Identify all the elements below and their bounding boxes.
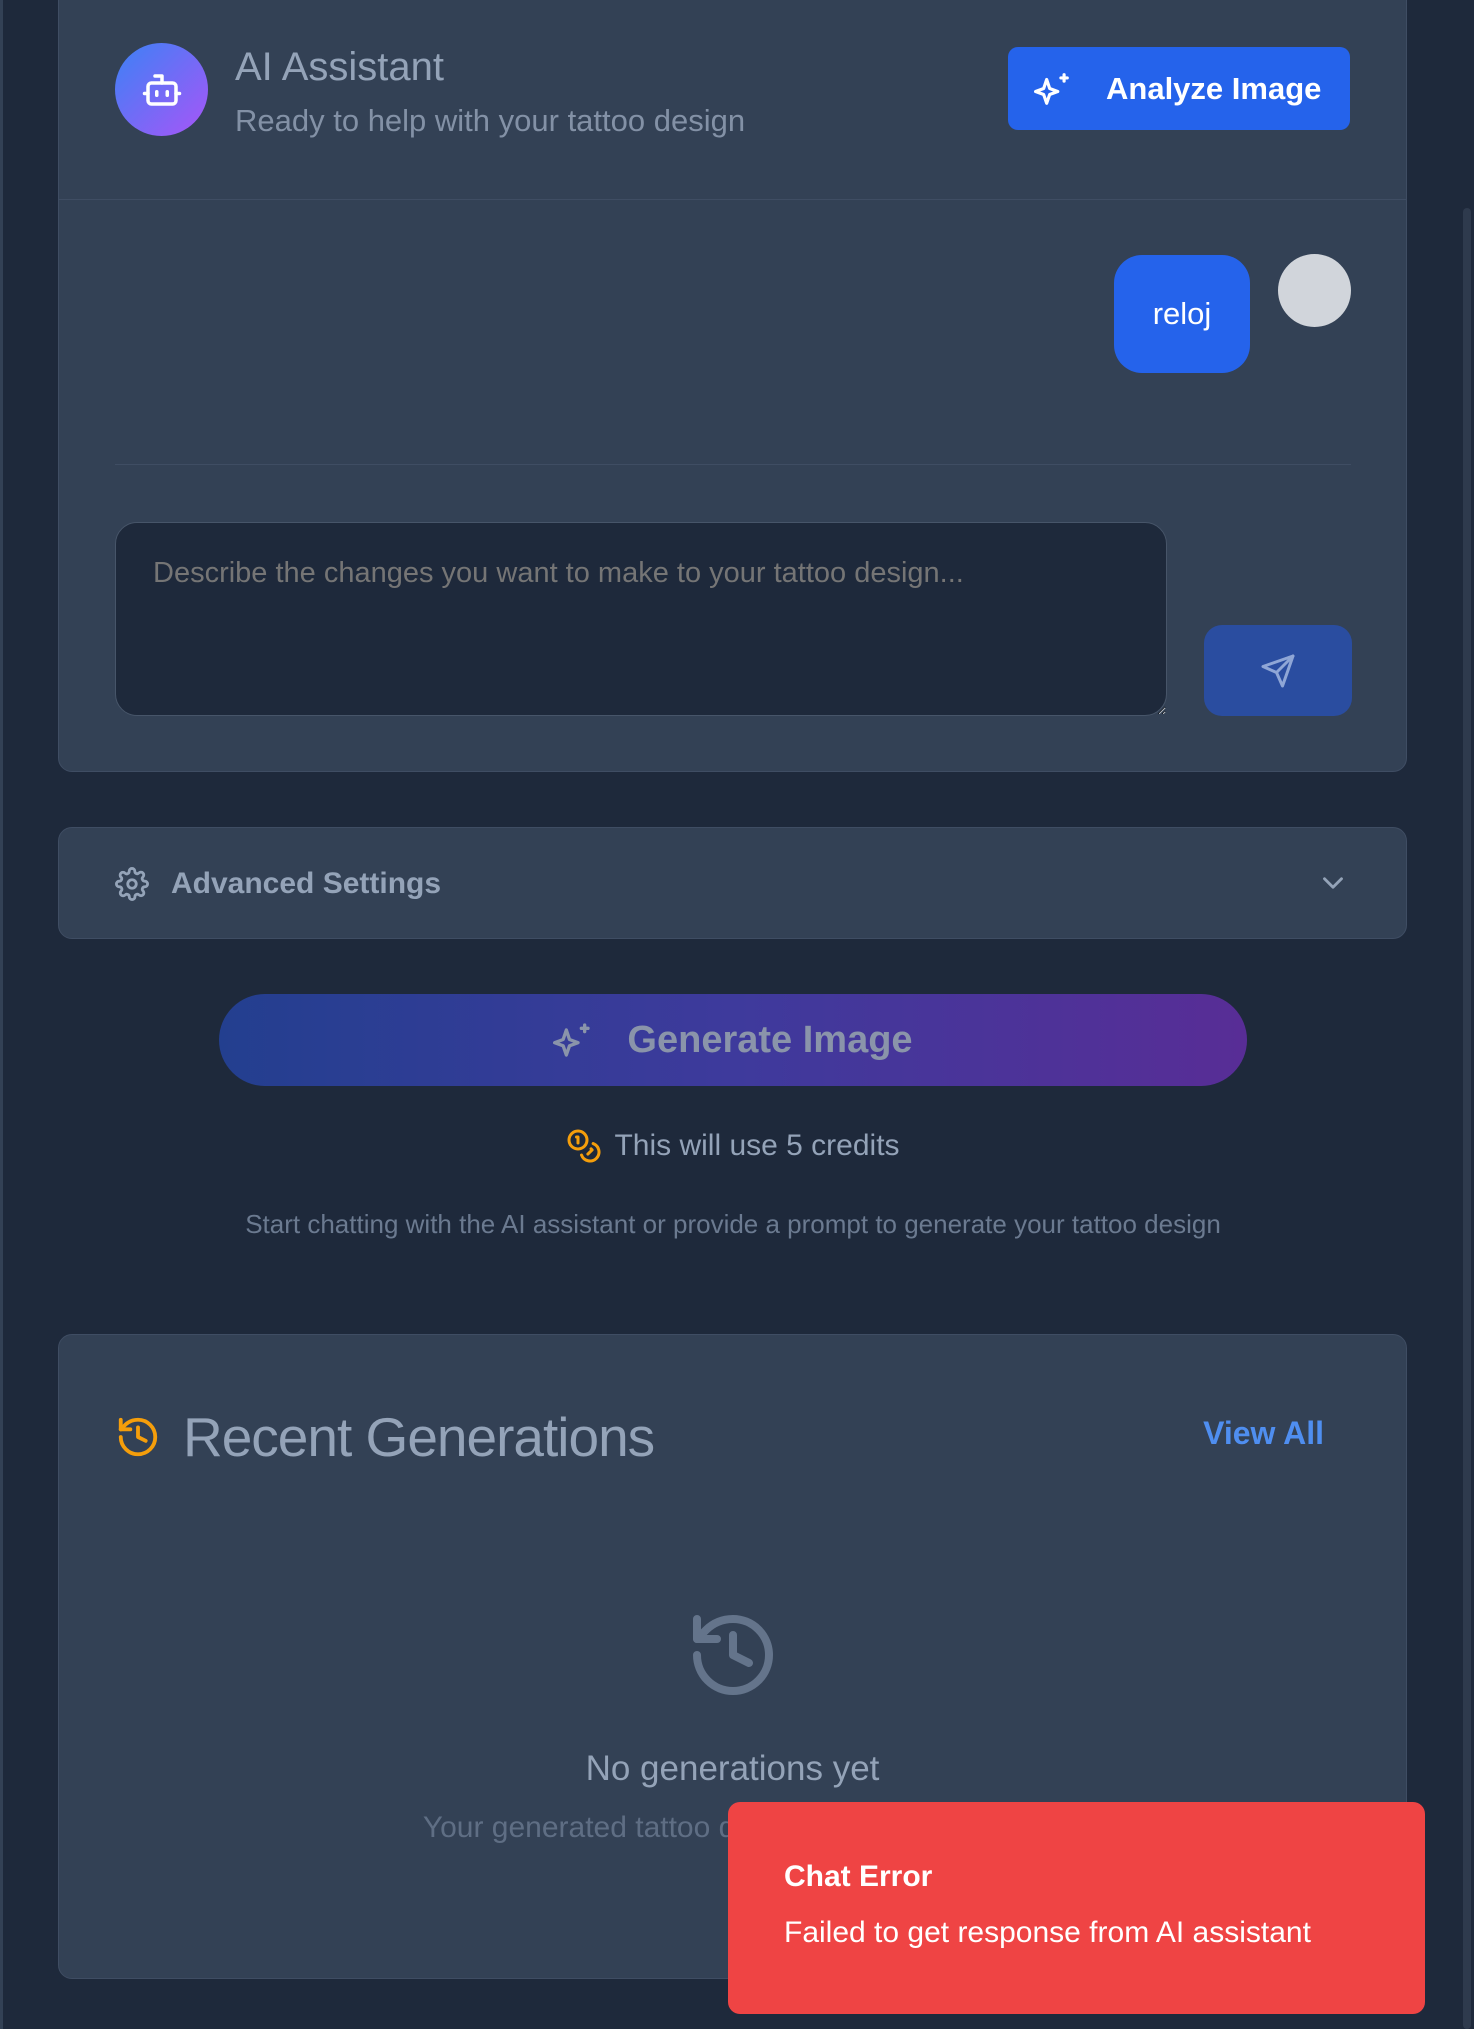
- advanced-settings-label: Advanced Settings: [171, 867, 442, 900]
- left-border: [0, 0, 3, 2029]
- chat-header: AI Assistant Ready to help with your tat…: [59, 0, 1406, 200]
- advanced-settings-header: Advanced Settings: [115, 828, 441, 940]
- error-toast[interactable]: Chat Error Failed to get response from A…: [728, 1802, 1425, 2014]
- generate-image-button[interactable]: Generate Image: [219, 994, 1247, 1086]
- generate-hint: Start chatting with the AI assistant or …: [245, 1209, 1221, 1239]
- bot-icon: [142, 73, 181, 106]
- user-message-text: reloj: [1152, 296, 1212, 331]
- credits-text: This will use 5 credits: [614, 1129, 900, 1162]
- coins-icon: [567, 1129, 601, 1163]
- history-icon: [118, 1417, 158, 1457]
- scrollbar[interactable]: [1460, 0, 1474, 2029]
- toast-title: Chat Error: [784, 1860, 933, 1893]
- user-message: reloj: [1114, 255, 1250, 373]
- advanced-settings-toggle[interactable]: Advanced Settings: [58, 827, 1407, 939]
- assistant-subtitle: Ready to help with your tattoo design: [235, 103, 746, 138]
- chat-card: AI Assistant Ready to help with your tat…: [58, 0, 1407, 772]
- assistant-avatar: [115, 43, 208, 136]
- assistant-title: AI Assistant: [235, 45, 444, 89]
- gear-icon: [115, 867, 149, 901]
- sparkles-icon: [553, 1023, 591, 1057]
- user-avatar: [1278, 254, 1351, 327]
- send-button[interactable]: [1204, 625, 1352, 716]
- chevron-down-icon: [1323, 877, 1343, 889]
- view-all-link[interactable]: View All: [1203, 1415, 1324, 1452]
- chat-input[interactable]: [115, 522, 1167, 716]
- toast-message: Failed to get response from AI assistant: [784, 1916, 1311, 1949]
- chat-divider: [115, 464, 1351, 465]
- scrollbar-thumb[interactable]: [1463, 208, 1471, 2029]
- send-icon: [1261, 654, 1295, 687]
- generate-image-label: Generate Image: [627, 1018, 913, 1061]
- analyze-image-label: Analyze Image: [1106, 70, 1322, 106]
- page: AI Assistant Ready to help with your tat…: [0, 0, 1474, 2029]
- analyze-image-button[interactable]: Analyze Image: [1008, 47, 1350, 130]
- sparkles-icon: [1034, 72, 1069, 105]
- history-icon: [693, 1615, 773, 1695]
- recent-generations-title: Recent Generations: [183, 1406, 655, 1468]
- empty-state-title: No generations yet: [585, 1749, 880, 1788]
- recent-generations-header: Recent Generations: [115, 1405, 655, 1469]
- credits-info: This will use 5 credits: [0, 1128, 1466, 1164]
